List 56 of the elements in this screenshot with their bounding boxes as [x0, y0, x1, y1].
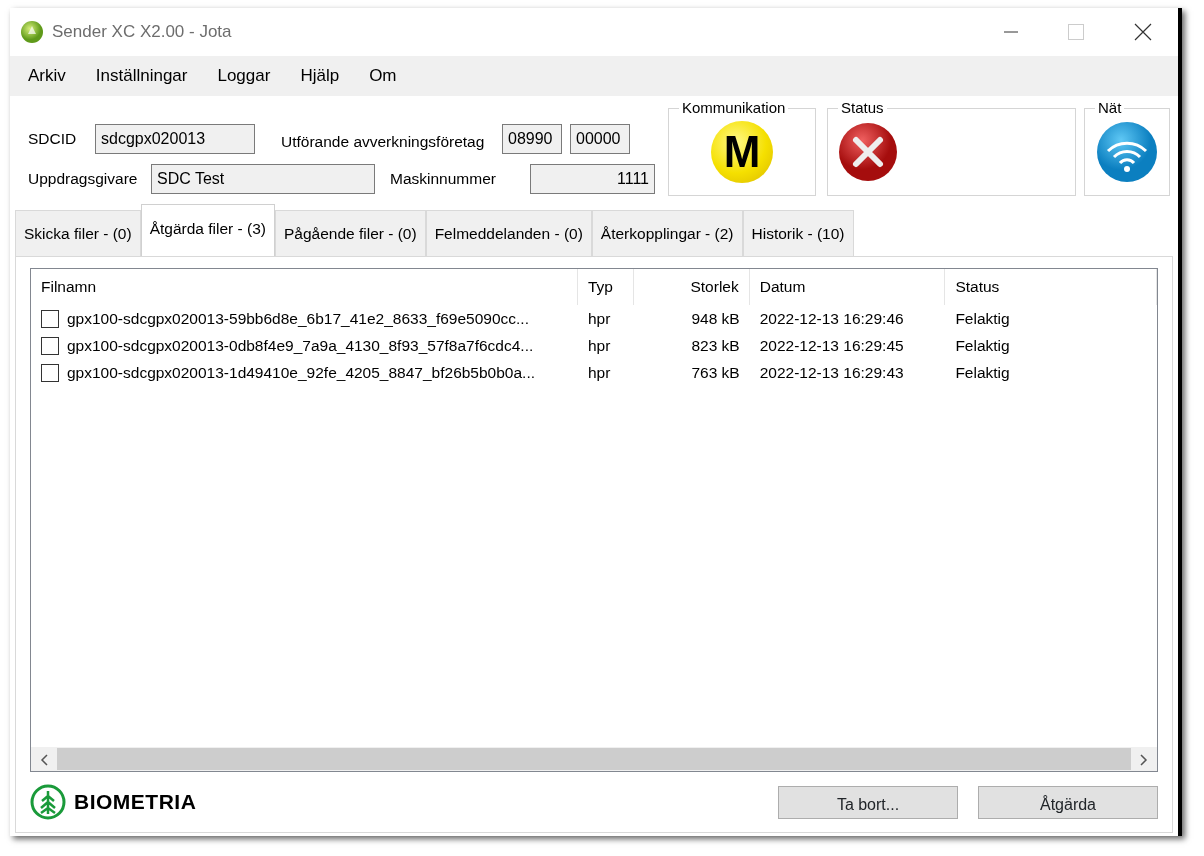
- table-cell-text: 2022-12-13 16:29:45: [759, 335, 904, 356]
- tab[interactable]: Skicka filer - (0): [15, 210, 141, 256]
- action-button[interactable]: Ta bort...: [778, 785, 958, 819]
- text-field[interactable]: SDC Test: [151, 164, 375, 194]
- menu-item[interactable]: Arkiv: [28, 63, 66, 89]
- table-cell-text: Felaktig: [955, 335, 1010, 356]
- table-cell-text: 2022-12-13 16:29:46: [759, 308, 904, 329]
- text-field[interactable]: 1111: [530, 164, 655, 194]
- field-label: Uppdragsgivare: [28, 169, 139, 190]
- table-cell-text: 948 kB: [691, 308, 740, 329]
- column-header[interactable]: Filnamn: [31, 269, 578, 305]
- field-label: SDCID: [28, 129, 78, 150]
- table-cell-text: gpx100-sdcgpx020013-1d49410e_92fe_4205_8847_bf26b5b0b0a...: [67, 362, 535, 383]
- menu-item[interactable]: Hjälp: [300, 63, 340, 89]
- tab[interactable]: Återkopplingar - (2): [591, 210, 743, 256]
- menu-item[interactable]: Inställningar: [95, 63, 188, 89]
- tree-logo-icon: [30, 784, 66, 821]
- scroll-right-icon[interactable]: [1140, 753, 1148, 766]
- tab[interactable]: Historik - (10): [742, 210, 854, 256]
- wifi-icon: [1096, 121, 1158, 183]
- horizontal-scrollbar[interactable]: [31, 747, 1157, 772]
- error-icon: [838, 122, 898, 182]
- checkbox[interactable]: [41, 309, 59, 328]
- logo-text: BIOMETRIA: [74, 789, 197, 816]
- table-cell-text: 823 kB: [691, 335, 740, 356]
- field-label: Maskinnummer: [389, 169, 497, 190]
- checkbox[interactable]: [41, 363, 59, 382]
- window-title: Sender XC X2.00 - Jota: [52, 21, 232, 44]
- table-cell-text: 763 kB: [691, 362, 740, 383]
- table-cell-text: 2022-12-13 16:29:43: [759, 362, 904, 383]
- menu-item[interactable]: Om: [369, 63, 397, 89]
- table-cell-text: Felaktig: [955, 362, 1010, 383]
- tab[interactable]: Pågående filer - (0): [274, 210, 426, 256]
- column-header[interactable]: Datum: [749, 269, 946, 305]
- scroll-left-icon[interactable]: [40, 753, 48, 766]
- text-field[interactable]: 00000: [570, 124, 630, 154]
- column-header[interactable]: Status: [945, 269, 1157, 305]
- app-icon: [20, 20, 44, 45]
- mode-indicator: M: [711, 121, 773, 183]
- column-header[interactable]: Typ: [577, 269, 634, 305]
- text-field[interactable]: sdcgpx020013: [95, 124, 255, 154]
- tab[interactable]: Felmeddelanden - (0): [425, 210, 592, 256]
- table-cell-text: gpx100-sdcgpx020013-59bb6d8e_6b17_41e2_8633_f69e5090cc...: [67, 308, 529, 329]
- tab[interactable]: Åtgärda filer - (3): [140, 204, 275, 256]
- table-cell-text: hpr: [587, 362, 611, 383]
- table-cell-text: Felaktig: [955, 308, 1010, 329]
- close-icon[interactable]: [1134, 23, 1152, 41]
- column-header[interactable]: Storlek: [633, 269, 750, 305]
- checkbox[interactable]: [41, 336, 59, 355]
- action-button[interactable]: Åtgärda: [978, 785, 1158, 819]
- text-field[interactable]: 08990: [502, 124, 562, 154]
- field-label: Utförande avverkningsföretag: [280, 132, 486, 153]
- menu-item[interactable]: Loggar: [217, 63, 271, 89]
- table-cell-text: hpr: [587, 335, 611, 356]
- table-cell-text: hpr: [587, 308, 611, 329]
- table-cell-text: gpx100-sdcgpx020013-0db8f4e9_7a9a_4130_8f93_57f8a7f6cdc4...: [67, 335, 534, 356]
